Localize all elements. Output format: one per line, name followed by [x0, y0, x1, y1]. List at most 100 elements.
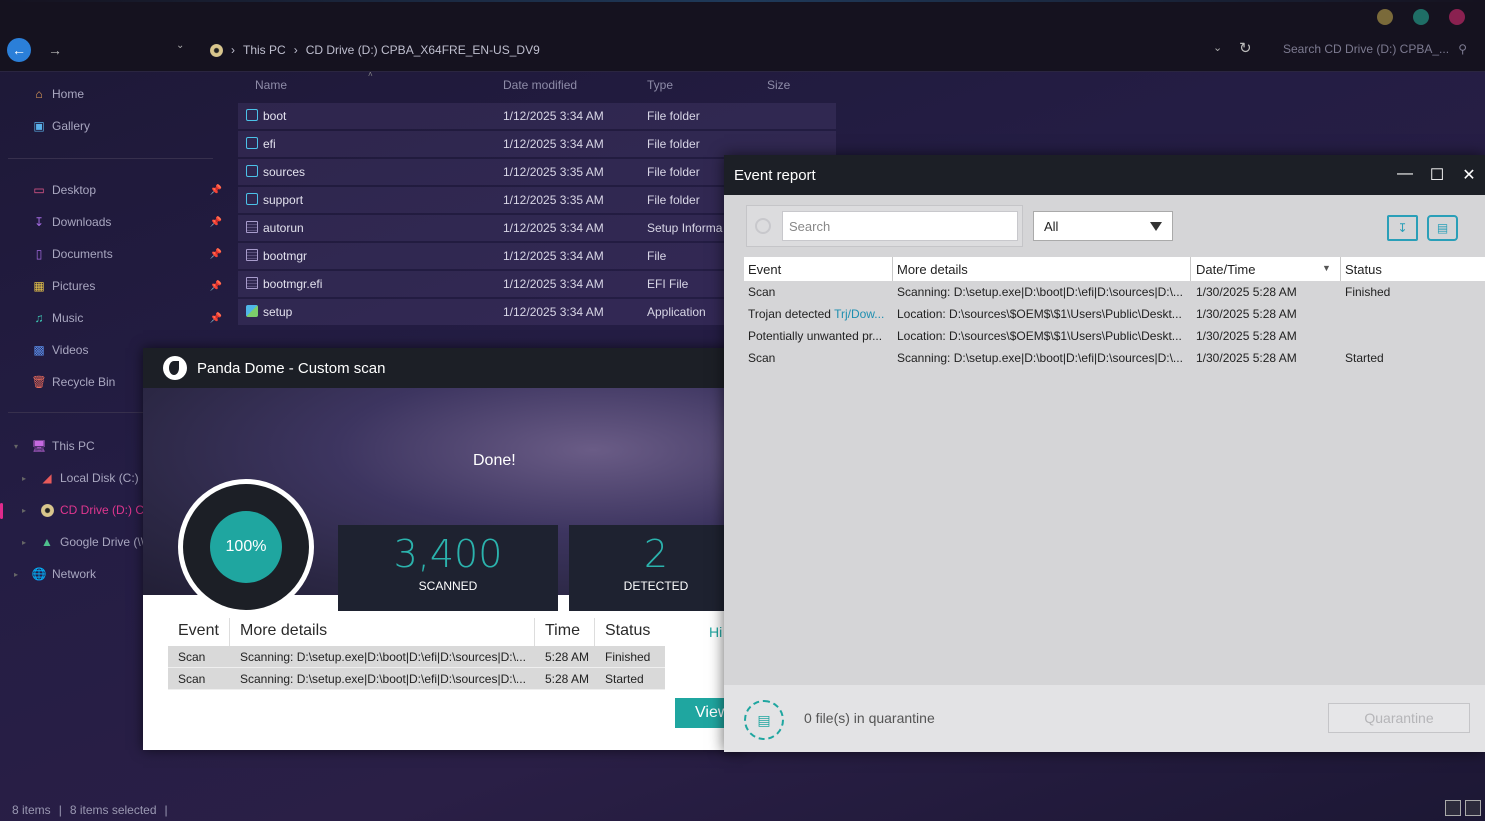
file-date: 1/12/2025 3:35 AM	[503, 193, 604, 207]
filter-value: All	[1044, 219, 1059, 234]
file-name: sources	[263, 165, 306, 179]
detected-stat: 2 DETECTED	[569, 525, 743, 611]
column-divider	[534, 618, 535, 646]
sidebar-item-gallery[interactable]: ▣ Gallery	[32, 116, 222, 136]
sidebar-item-documents[interactable]: ▯ Documents 📌	[32, 244, 222, 264]
close-icon[interactable]: ✕	[1459, 165, 1479, 185]
pin-icon[interactable]: 📌	[210, 249, 222, 260]
video-icon: ▩	[33, 343, 45, 357]
table-header: Event More details Date/Time ▼ Status	[744, 257, 1485, 281]
explorer-search-input[interactable]: Search CD Drive (D:) CPBA_... ⚲	[1275, 38, 1475, 60]
refresh-icon[interactable]: ↻	[1239, 39, 1252, 57]
column-more-details[interactable]: More details	[897, 262, 968, 277]
column-date-modified[interactable]: Date modified	[503, 78, 577, 92]
disk-icon: ◢	[42, 471, 52, 485]
panda-window-title: Panda Dome - Custom scan	[197, 359, 386, 377]
minimize-icon[interactable]: —	[1395, 165, 1415, 183]
pin-icon[interactable]: 📌	[210, 217, 222, 228]
pin-icon[interactable]: 📌	[210, 313, 222, 324]
column-type[interactable]: Type	[647, 78, 673, 92]
file-date: 1/12/2025 3:34 AM	[503, 249, 604, 263]
column-name[interactable]: Name	[255, 78, 287, 92]
print-icon[interactable]: ▤	[1427, 215, 1458, 241]
hide-details-link[interactable]: Hi	[709, 624, 722, 640]
table-row[interactable]: Potentially unwanted pr... Location: D:\…	[744, 325, 1485, 347]
column-event[interactable]: Event	[748, 262, 781, 277]
search-icon	[755, 218, 771, 234]
event-search-input[interactable]: Search	[782, 211, 1018, 241]
sidebar-item-label: Videos	[52, 343, 89, 357]
column-date-time[interactable]: Date/Time	[1196, 262, 1255, 277]
sidebar-item-desktop[interactable]: ▭ Desktop 📌	[32, 180, 222, 200]
threat-name-link[interactable]: Trj/Dow...	[834, 307, 884, 321]
sidebar-item-music[interactable]: ♫ Music 📌	[32, 308, 223, 328]
column-status[interactable]: Status	[1345, 262, 1382, 277]
tiles-view-icon[interactable]	[1465, 800, 1481, 816]
sidebar-item-label: This PC	[52, 439, 95, 453]
file-name: setup	[263, 305, 293, 319]
maximize-icon[interactable]: ☐	[1427, 165, 1447, 185]
file-row[interactable]: boot 1/12/2025 3:34 AM File folder	[238, 103, 836, 129]
file-icon	[246, 249, 258, 261]
picture-icon: ▦	[33, 279, 45, 293]
event-report-table: Event More details Date/Time ▼ Status Sc…	[744, 257, 1485, 369]
back-arrow-icon[interactable]: ←	[7, 38, 31, 62]
file-type: File folder	[647, 137, 700, 151]
column-time: Time	[545, 622, 580, 639]
quarantine-button[interactable]: Quarantine	[1328, 703, 1470, 733]
row-status: Started	[1345, 351, 1384, 365]
file-date: 1/12/2025 3:34 AM	[503, 137, 604, 151]
minimize-dot-icon[interactable]	[1377, 9, 1393, 25]
event-filter-select[interactable]: All	[1033, 211, 1173, 241]
file-type: File folder	[647, 165, 700, 179]
home-icon: ⌂	[35, 87, 43, 101]
sidebar-item-downloads[interactable]: ↧ Downloads 📌	[32, 212, 222, 232]
column-size[interactable]: Size	[767, 78, 790, 92]
expand-chevron-icon[interactable]: ▾	[14, 442, 18, 451]
export-folder-icon[interactable]: ↧	[1387, 215, 1418, 241]
expand-chevron-icon[interactable]: ▸	[22, 506, 26, 515]
file-name: autorun	[263, 221, 304, 235]
detected-count: 2	[643, 532, 669, 576]
row-status: Finished	[605, 650, 651, 664]
close-dot-icon[interactable]	[1449, 9, 1465, 25]
breadcrumb-this-pc[interactable]: This PC	[243, 43, 286, 57]
panda-dome-window: Panda Dome - Custom scan Done! 3,400 SCA…	[143, 348, 743, 750]
sidebar-item-home[interactable]: ⌂ Home	[32, 84, 222, 104]
progress-percent: 100%	[210, 511, 282, 583]
sidebar-item-label: Home	[52, 87, 85, 101]
expand-chevron-icon[interactable]: ▸	[22, 538, 26, 547]
row-event: Scan	[178, 650, 206, 664]
table-row[interactable]: Scan Scanning: D:\setup.exe|D:\boot|D:\e…	[744, 347, 1485, 369]
panda-logo-icon	[163, 356, 187, 380]
column-divider	[594, 618, 595, 646]
expand-chevron-icon[interactable]: ▸	[14, 570, 18, 579]
event-report-title: Event report	[734, 166, 816, 184]
row-status: Started	[605, 672, 644, 686]
address-bar[interactable]: › This PC › CD Drive (D:) CPBA_X64FRE_EN…	[210, 41, 540, 59]
recent-locations-chevron-icon[interactable]: ⌄	[176, 40, 184, 51]
sidebar-item-label: Recycle Bin	[52, 375, 116, 389]
details-view-icon[interactable]	[1445, 800, 1461, 816]
table-row[interactable]: Scan Scanning: D:\setup.exe|D:\boot|D:\e…	[168, 646, 665, 668]
maximize-dot-icon[interactable]	[1413, 9, 1429, 25]
table-row[interactable]: Scan Scanning: D:\setup.exe|D:\boot|D:\e…	[744, 281, 1485, 303]
file-row[interactable]: efi 1/12/2025 3:34 AM File folder	[238, 131, 836, 157]
breadcrumb-cd-drive[interactable]: CD Drive (D:) CPBA_X64FRE_EN-US_DV9	[306, 43, 540, 57]
forward-arrow-icon[interactable]: →	[43, 38, 67, 62]
file-type: Setup Informa	[647, 221, 723, 235]
expand-chevron-icon[interactable]: ▸	[22, 474, 26, 483]
address-dropdown-chevron-icon[interactable]: ⌄	[1213, 41, 1222, 54]
pin-icon[interactable]: 📌	[210, 185, 222, 196]
file-type: File	[647, 249, 667, 263]
active-selection-indicator	[0, 503, 3, 519]
address-chevron-icon: ›	[293, 43, 298, 57]
sort-ascending-icon: ˄	[368, 70, 373, 79]
dropdown-arrow-icon	[1150, 222, 1162, 231]
quarantine-count: 0 file(s) in quarantine	[804, 710, 935, 726]
table-row[interactable]: Scan Scanning: D:\setup.exe|D:\boot|D:\e…	[168, 668, 665, 690]
row-status: Finished	[1345, 285, 1391, 299]
table-row[interactable]: Trojan detected Trj/Dow... Location: D:\…	[744, 303, 1485, 325]
pin-icon[interactable]: 📌	[210, 281, 222, 292]
sidebar-item-pictures[interactable]: ▦ Pictures 📌	[32, 276, 222, 296]
